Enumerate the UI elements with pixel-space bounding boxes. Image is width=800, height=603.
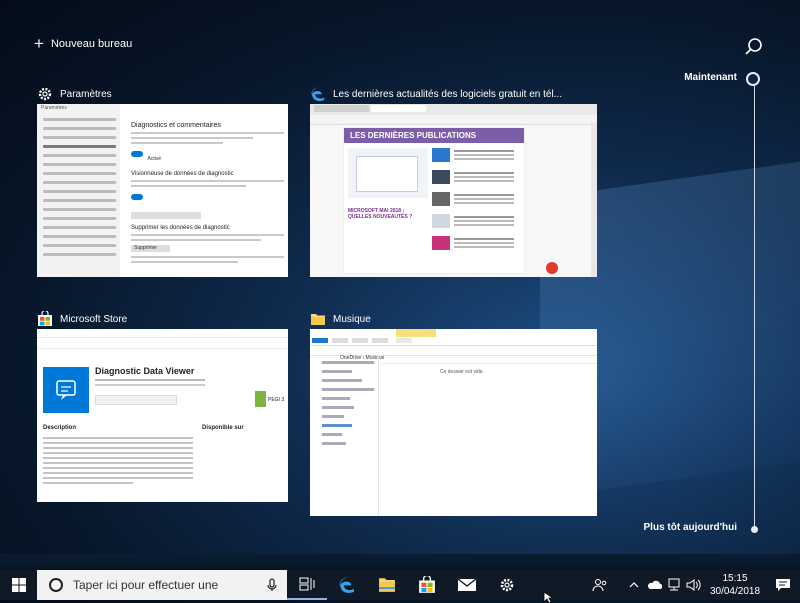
taskbar: Taper ici pour effectuer une 15:15 30/04… bbox=[0, 570, 800, 600]
navigation-pane bbox=[310, 355, 379, 516]
notification-icon bbox=[776, 579, 790, 591]
task-view-icon bbox=[299, 577, 315, 591]
settings-taskbar-button[interactable] bbox=[487, 570, 527, 600]
ribbon bbox=[310, 329, 597, 346]
plus-icon: + bbox=[34, 34, 44, 53]
store-icon bbox=[38, 311, 52, 326]
settings-subheading: Visionneuse de données de diagnostic bbox=[131, 171, 234, 177]
mail-icon bbox=[457, 578, 477, 591]
window-title: Paramètres bbox=[60, 88, 112, 100]
gear-icon bbox=[38, 87, 52, 101]
pegi-badge bbox=[255, 391, 266, 407]
browser-tabs bbox=[310, 104, 597, 115]
description-heading: Description bbox=[43, 425, 77, 431]
settings-sidebar: Paramètres bbox=[37, 104, 120, 277]
description-text bbox=[43, 437, 193, 487]
window-card-header: Paramètres bbox=[37, 84, 288, 104]
settings-heading: Diagnostics et commentaires bbox=[131, 122, 221, 129]
edge-icon bbox=[339, 577, 354, 593]
thumb-titlebar: Paramètres bbox=[37, 104, 120, 112]
window-thumbnail[interactable]: OneDrive › Musique Ce dossier est vide. bbox=[310, 329, 597, 516]
timeline-earlier-label[interactable]: Plus tôt aujourd'hui bbox=[644, 522, 737, 533]
clock-time: 15:15 bbox=[722, 573, 748, 584]
volume-icon[interactable] bbox=[684, 578, 704, 592]
timeline-line bbox=[754, 86, 755, 526]
timeline-now-label: Maintenant bbox=[684, 72, 737, 83]
window-card-header: Les dernières actualités des logiciels g… bbox=[310, 84, 597, 104]
microphone-icon[interactable] bbox=[257, 578, 287, 592]
window-thumbnail[interactable]: Diagnostic Data Viewer PEGI 3 Descriptio… bbox=[37, 329, 288, 502]
search-placeholder: Taper ici pour effectuer une bbox=[73, 578, 219, 592]
empty-folder-text: Ce dossier est vide. bbox=[440, 369, 484, 375]
product-title: Diagnostic Data Viewer bbox=[95, 366, 195, 376]
window-card-header: Musique bbox=[310, 309, 597, 329]
delete-button: Supprimer bbox=[131, 245, 170, 252]
onedrive-icon[interactable] bbox=[644, 580, 664, 590]
people-icon[interactable] bbox=[590, 578, 610, 592]
taskbar-search-box[interactable]: Taper ici pour effectuer une bbox=[37, 570, 287, 600]
cortana-icon bbox=[49, 578, 63, 592]
app-hero-icon bbox=[43, 367, 89, 413]
clock-date: 30/04/2018 bbox=[709, 586, 761, 597]
availability-heading: Disponible sur bbox=[202, 425, 244, 431]
window-title: Microsoft Store bbox=[60, 313, 128, 325]
folder-icon bbox=[379, 578, 395, 592]
window-card-header: Microsoft Store bbox=[37, 309, 288, 329]
chevron-up-icon[interactable] bbox=[624, 581, 644, 589]
mouse-cursor-icon bbox=[543, 591, 553, 603]
scrollbar bbox=[591, 122, 597, 277]
window-card-edge[interactable]: Les dernières actualités des logiciels g… bbox=[310, 84, 597, 277]
window-title: Les dernières actualités des logiciels g… bbox=[333, 88, 563, 100]
mail-taskbar-button[interactable] bbox=[447, 570, 487, 600]
task-view-button[interactable] bbox=[287, 570, 327, 600]
notification-bell-icon bbox=[546, 262, 558, 274]
article-headline: MICROSOFT MAI 2018 : QUELLES NOUVEAUTÉS … bbox=[348, 208, 413, 220]
new-desktop-button[interactable]: + Nouveau bureau bbox=[34, 34, 133, 53]
toggle-switch bbox=[131, 151, 143, 157]
windows-icon bbox=[11, 578, 26, 592]
folder-icon bbox=[311, 314, 325, 325]
store-taskbar-button[interactable] bbox=[407, 570, 447, 600]
new-desktop-label: Nouveau bureau bbox=[50, 38, 133, 50]
thumb-titlebar bbox=[37, 329, 288, 338]
page-banner: LES DERNIÈRES PUBLICATIONS bbox=[344, 128, 524, 143]
file-list: Ce dossier est vide. bbox=[380, 355, 597, 516]
edge-taskbar-button[interactable] bbox=[327, 570, 367, 600]
window-thumbnail[interactable]: LES DERNIÈRES PUBLICATIONS MICROSOFT MAI… bbox=[310, 104, 597, 277]
edge-icon bbox=[311, 87, 325, 102]
product-meta bbox=[95, 379, 205, 381]
product-tag bbox=[95, 395, 177, 405]
pegi-label: PEGI 3 bbox=[268, 397, 285, 403]
system-tray: 15:15 30/04/2018 bbox=[590, 570, 800, 600]
network-icon[interactable] bbox=[664, 578, 684, 592]
timeline-earlier-node[interactable] bbox=[751, 526, 758, 533]
window-thumbnail[interactable]: Paramètres Diagnostics et commentaires A… bbox=[37, 104, 288, 277]
settings-section: Supprimer les données de diagnostic bbox=[131, 225, 230, 231]
settings-content: Diagnostics et commentaires Activé Visio… bbox=[127, 104, 288, 277]
window-card-explorer[interactable]: Musique OneDrive › Musique Ce dossier es… bbox=[310, 309, 597, 516]
address-bar bbox=[310, 115, 597, 125]
timeline-now-node[interactable] bbox=[746, 72, 760, 86]
window-card-settings[interactable]: Paramètres Paramètres Diagnostics et com… bbox=[37, 84, 288, 277]
clock[interactable]: 15:15 30/04/2018 bbox=[704, 572, 766, 598]
action-center-button[interactable] bbox=[766, 578, 800, 592]
gear-icon bbox=[500, 578, 514, 592]
store-icon bbox=[419, 576, 435, 593]
start-button[interactable] bbox=[0, 570, 37, 600]
open-viewer-button bbox=[131, 212, 201, 219]
window-card-store[interactable]: Microsoft Store Diagnostic Data Viewer P… bbox=[37, 309, 288, 502]
file-explorer-taskbar-button[interactable] bbox=[367, 570, 407, 600]
window-title: Musique bbox=[333, 313, 371, 325]
timeline-strip bbox=[0, 554, 800, 570]
web-page: LES DERNIÈRES PUBLICATIONS MICROSOFT MAI… bbox=[344, 128, 524, 273]
search-icon[interactable] bbox=[744, 37, 764, 57]
